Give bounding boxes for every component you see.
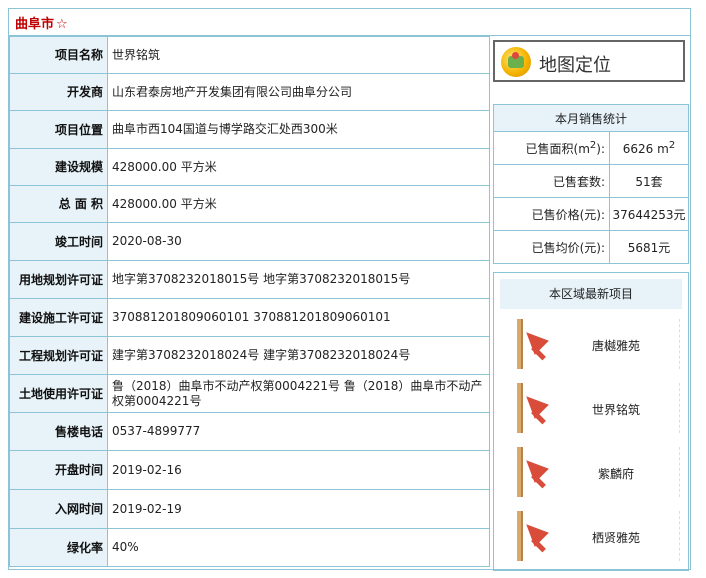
- info-value: 世界铭筑: [107, 36, 490, 74]
- info-value: 428000.00 平方米: [107, 185, 490, 223]
- stats-label: 已售价格(元):: [493, 197, 610, 231]
- info-value: 428000.00 平方米: [107, 148, 490, 186]
- map-locate-label: 地图定位: [539, 55, 611, 76]
- project-panel: 曲阜市 ☆ 项目名称 世界铭筑 开发商 山东君泰房地产开发集团有限公司曲阜分公司 项目位置…: [8, 8, 691, 571]
- info-row: 竣工时间 2020-08-30: [9, 222, 490, 261]
- info-value: 地字第3708232018015号 地字第3708232018015号: [107, 260, 490, 299]
- info-row: 项目名称 世界铭筑: [9, 36, 490, 74]
- info-label: 土地使用许可证: [9, 374, 108, 413]
- info-row: 售楼电话 0537-4899777: [9, 412, 490, 451]
- project-info-table: 项目名称 世界铭筑 开发商 山东君泰房地产开发集团有限公司曲阜分公司 项目位置 曲阜市西1…: [9, 36, 490, 567]
- latest-project-link[interactable]: 栖贤雅苑: [552, 529, 680, 546]
- info-label: 项目位置: [9, 110, 108, 149]
- map-locate-button[interactable]: 地图定位: [493, 40, 685, 82]
- thumbnail-bar: [517, 511, 523, 561]
- latest-project-item[interactable]: 紫麟府: [514, 443, 680, 501]
- info-row: 用地规划许可证 地字第3708232018015号 地字第370823201801…: [9, 260, 490, 299]
- info-row: 工程规划许可证 建字第3708232018024号 建字第370823201802…: [9, 336, 490, 375]
- thumbnail-bar: [517, 447, 523, 497]
- stats-row: 已售均价(元): 5681元: [493, 230, 689, 264]
- info-value: 山东君泰房地产开发集团有限公司曲阜分公司: [107, 73, 490, 111]
- info-label: 入网时间: [9, 489, 108, 529]
- stats-value: 5681元: [609, 230, 689, 264]
- info-value: 2019-02-19: [107, 489, 490, 529]
- title-bar: 曲阜市 ☆: [9, 9, 690, 36]
- thumbnail-bar: [517, 383, 523, 433]
- info-label: 竣工时间: [9, 222, 108, 261]
- latest-project-item[interactable]: 唐樾雅苑: [514, 315, 680, 373]
- info-label: 工程规划许可证: [9, 336, 108, 375]
- info-row: 入网时间 2019-02-19: [9, 489, 490, 529]
- stats-label: 已售面积(m2):: [493, 131, 610, 165]
- info-label: 售楼电话: [9, 412, 108, 451]
- info-label: 项目名称: [9, 36, 108, 74]
- latest-projects-box: 本区域最新项目 唐樾雅苑世界铭筑紫麟府栖贤雅苑: [493, 272, 689, 571]
- info-row: 建设规模 428000.00 平方米: [9, 148, 490, 186]
- info-row: 总 面 积 428000.00 平方米: [9, 185, 490, 223]
- info-value: 建字第3708232018024号 建字第3708232018024号: [107, 336, 490, 375]
- info-value: 370881201809060101 370881201809060101: [107, 298, 490, 337]
- info-value: 鲁（2018）曲阜市不动产权第0004221号 鲁（2018）曲阜市不动产权第0…: [107, 374, 490, 413]
- stats-row: 已售面积(m2): 6626 m2: [493, 131, 689, 165]
- stats-value: 6626 m2: [609, 131, 689, 165]
- latest-project-link[interactable]: 世界铭筑: [552, 401, 680, 418]
- info-row: 开发商 山东君泰房地产开发集团有限公司曲阜分公司: [9, 73, 490, 111]
- stats-value: 51套: [609, 164, 689, 198]
- star-icon[interactable]: ☆: [56, 17, 68, 32]
- map-pin-icon: [501, 47, 531, 77]
- latest-projects-header: 本区域最新项目: [500, 279, 682, 309]
- info-value: 2019-02-16: [107, 450, 490, 490]
- info-label: 总 面 积: [9, 185, 108, 223]
- latest-project-item[interactable]: 栖贤雅苑: [514, 507, 680, 565]
- monthly-sales-header: 本月销售统计: [493, 104, 689, 132]
- thumbnail-bar: [517, 319, 523, 369]
- project-thumbnail-icon[interactable]: [514, 315, 552, 373]
- info-row: 建设施工许可证 370881201809060101 37088120180906…: [9, 298, 490, 337]
- project-thumbnail-icon[interactable]: [514, 379, 552, 437]
- info-label: 建设规模: [9, 148, 108, 186]
- stats-label: 已售套数:: [493, 164, 610, 198]
- page-title: 曲阜市 ☆: [15, 17, 68, 32]
- info-value: 曲阜市西104国道与博学路交汇处西300米: [107, 110, 490, 149]
- info-label: 建设施工许可证: [9, 298, 108, 337]
- stats-value: 37644253元: [609, 197, 689, 231]
- project-thumbnail-icon[interactable]: [514, 507, 552, 565]
- stats-row: 已售套数: 51套: [493, 164, 689, 198]
- monthly-sales-table: 本月销售统计 已售面积(m2): 6626 m2 已售套数: 51套 已售价格(元): 3…: [493, 104, 689, 264]
- info-label: 用地规划许可证: [9, 260, 108, 299]
- info-label: 开发商: [9, 73, 108, 111]
- stats-row: 已售价格(元): 37644253元: [493, 197, 689, 231]
- info-row: 项目位置 曲阜市西104国道与博学路交汇处西300米: [9, 110, 490, 149]
- info-value: 0537-4899777: [107, 412, 490, 451]
- info-row: 土地使用许可证 鲁（2018）曲阜市不动产权第0004221号 鲁（2018）曲阜…: [9, 374, 490, 413]
- info-row: 绿化率 40%: [9, 528, 490, 567]
- latest-project-item[interactable]: 世界铭筑: [514, 379, 680, 437]
- latest-project-link[interactable]: 紫麟府: [552, 465, 680, 482]
- latest-project-link[interactable]: 唐樾雅苑: [552, 337, 680, 354]
- info-row: 开盘时间 2019-02-16: [9, 450, 490, 490]
- info-label: 绿化率: [9, 528, 108, 567]
- project-thumbnail-icon[interactable]: [514, 443, 552, 501]
- info-value: 2020-08-30: [107, 222, 490, 261]
- stats-label: 已售均价(元):: [493, 230, 610, 264]
- info-label: 开盘时间: [9, 450, 108, 490]
- info-value: 40%: [107, 528, 490, 567]
